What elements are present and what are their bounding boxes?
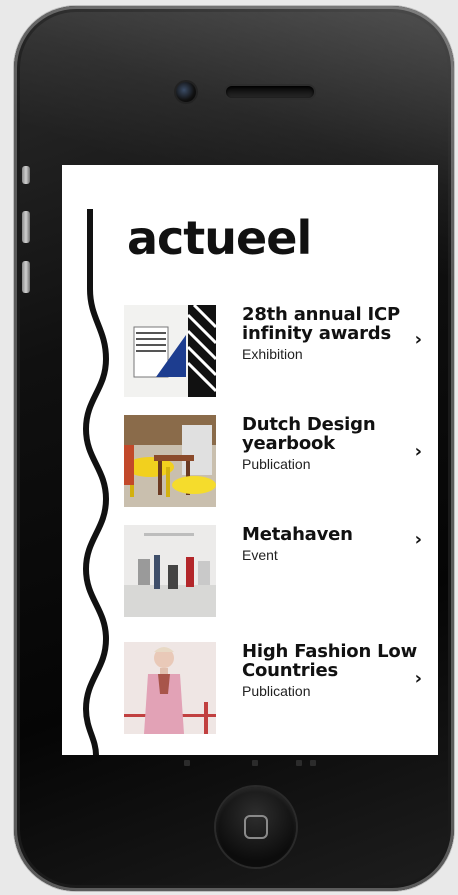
screen-edge-mark bbox=[252, 760, 258, 766]
item-type: Publication bbox=[242, 683, 311, 699]
item-title: 28th annual ICP infinity awards bbox=[242, 304, 401, 344]
screen-edge-mark bbox=[184, 760, 190, 766]
wavy-line-decoration bbox=[82, 209, 110, 755]
fashion-model-thumbnail-icon bbox=[124, 642, 216, 734]
mute-switch bbox=[22, 166, 30, 184]
screen-edge-mark bbox=[296, 760, 302, 766]
yellow-chairs-thumbnail-icon bbox=[124, 415, 216, 507]
item-type: Publication bbox=[242, 456, 311, 472]
phone-frame: actueel 28th annual ICP infinity awards … bbox=[14, 6, 454, 891]
item-title: High Fashion Low Countries bbox=[242, 641, 417, 681]
list-item-icp-awards[interactable]: 28th annual ICP infinity awards Exhibiti… bbox=[124, 305, 438, 415]
list-item-metahaven[interactable]: Metahaven Event › bbox=[124, 525, 438, 642]
earpiece-speaker bbox=[226, 86, 314, 98]
chevron-right-icon: › bbox=[414, 329, 422, 350]
home-square-icon bbox=[244, 815, 268, 839]
list-item-dutch-design[interactable]: Dutch Design yearbook Publication › bbox=[124, 415, 438, 525]
volume-down-button bbox=[22, 261, 30, 293]
geometric-poster-thumbnail-icon bbox=[124, 305, 216, 397]
gallery-room-thumbnail-icon bbox=[124, 525, 216, 617]
volume-up-button bbox=[22, 211, 30, 243]
item-title: Dutch Design yearbook bbox=[242, 414, 376, 454]
item-title: Metahaven bbox=[242, 524, 353, 545]
chevron-right-icon: › bbox=[414, 441, 422, 462]
list-item-high-fashion[interactable]: High Fashion Low Countries Publication › bbox=[124, 642, 438, 752]
app-screen: actueel 28th annual ICP infinity awards … bbox=[62, 165, 438, 755]
screen-edge-mark bbox=[310, 760, 316, 766]
chevron-right-icon: › bbox=[414, 529, 422, 550]
front-camera bbox=[176, 82, 196, 102]
item-type: Exhibition bbox=[242, 346, 303, 362]
item-type: Event bbox=[242, 547, 278, 563]
home-button[interactable] bbox=[216, 787, 296, 867]
page-title: actueel bbox=[127, 211, 312, 265]
chevron-right-icon: › bbox=[414, 668, 422, 689]
news-list: 28th annual ICP infinity awards Exhibiti… bbox=[124, 305, 438, 752]
